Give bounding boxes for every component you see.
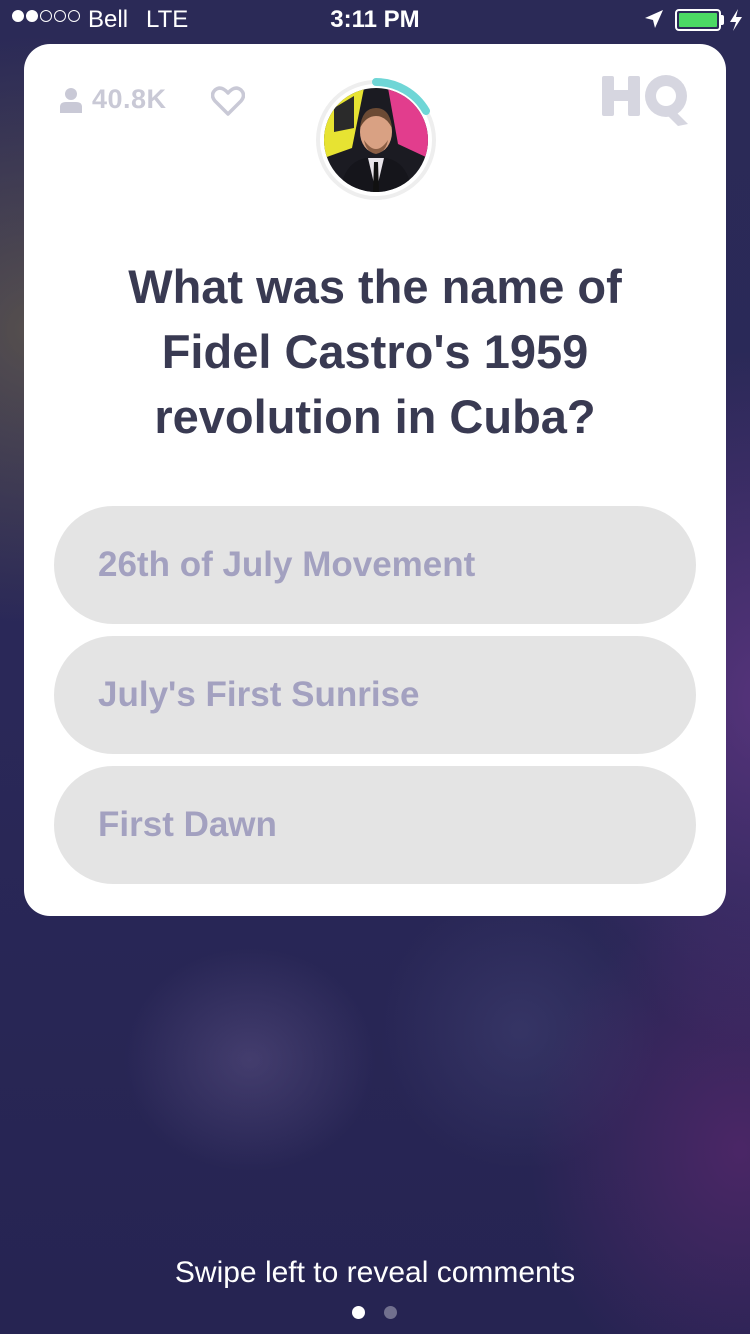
answer-option-3[interactable]: First Dawn [54, 766, 696, 884]
battery-cap [721, 15, 724, 25]
heart-icon[interactable] [211, 86, 245, 116]
answer-option-2[interactable]: July's First Sunrise [54, 636, 696, 754]
host-photo [324, 88, 428, 192]
question-card: 40.8K What was the name of Fidel Castro'… [24, 44, 726, 916]
viewer-counter: 40.8K [60, 84, 167, 115]
status-time: 3:11 PM [330, 6, 420, 33]
page-dot-2[interactable] [384, 1306, 397, 1319]
viewer-count: 40.8K [92, 84, 167, 114]
host-avatar [314, 78, 438, 202]
location-arrow-icon [645, 10, 663, 28]
answer-list: 26th of July Movement July's First Sunri… [54, 506, 696, 896]
page-dot-1[interactable] [352, 1306, 365, 1319]
question-text: What was the name of Fidel Castro's 1959… [128, 260, 622, 443]
swipe-hint: Swipe left to reveal comments [174, 1256, 576, 1289]
hq-logo [602, 75, 688, 126]
battery-icon [675, 9, 721, 31]
page-indicator[interactable] [352, 1306, 416, 1319]
answer-option-1[interactable]: 26th of July Movement [54, 506, 696, 624]
status-bar: Bell LTE 3:11 PM [0, 0, 750, 40]
person-icon [60, 87, 82, 113]
charging-bolt-icon [730, 9, 742, 31]
